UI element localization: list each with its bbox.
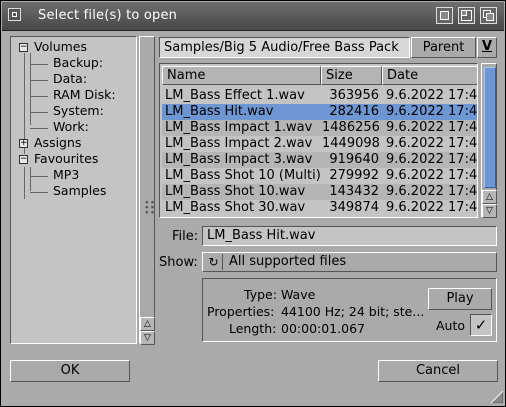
file-name-field[interactable]: LM_Bass Hit.wav [202, 226, 497, 246]
file-row[interactable]: LM_Bass Effect 1.wav 363956 9.6.2022 17:… [162, 88, 478, 104]
file-size: 919640 [329, 152, 379, 167]
file-row[interactable]: LM_Bass Shot 10.wav 143432 9.6.2022 17:4 [162, 184, 478, 200]
column-header-name[interactable]: Name [162, 66, 321, 85]
file-row[interactable]: LM_Bass Shot 10 (Multi) 279992 9.6.2022 … [162, 168, 478, 184]
ok-button[interactable]: OK [10, 360, 130, 382]
title-bar[interactable]: Select file(s) to open [2, 2, 504, 31]
file-name: LM_Bass Shot 30.wav [165, 200, 306, 215]
file-list[interactable]: Name Size Date LM_Bass Effect 1.wav 3639… [159, 63, 478, 218]
cycle-icon: ↻ [205, 254, 223, 270]
auto-label: Auto [436, 318, 466, 333]
drag-handle-icon[interactable]: ∙∙ ∙∙ ∙∙ [144, 199, 155, 218]
tree-item-label: Volumes [34, 39, 88, 54]
tree-item-label: Assigns [34, 135, 82, 150]
file-row[interactable]: LM_Bass Impact 1.wav 1486256 9.6.2022 17… [162, 120, 478, 136]
length-label: Length: [229, 321, 277, 336]
file-date: 9.6.2022 17:4 [386, 88, 478, 103]
tree-item-label: Favourites [34, 151, 99, 166]
file-date: 9.6.2022 17:4 [386, 184, 478, 199]
file-name: LM_Bass Impact 3.wav [165, 152, 313, 167]
zoom-icon[interactable] [458, 7, 475, 24]
depth-icon[interactable] [480, 7, 497, 24]
show-filter-value: All supported files [229, 254, 347, 269]
resize-handle-icon[interactable] [491, 391, 503, 403]
iconify-icon[interactable] [436, 7, 453, 24]
file-date: 9.6.2022 17:4 [386, 136, 478, 151]
properties-value: 44100 Hz; 24 bit; ste... [281, 304, 423, 319]
file-date: 9.6.2022 17:4 [386, 120, 478, 135]
file-size: 282416 [329, 104, 379, 119]
window-title: Select file(s) to open [38, 8, 178, 23]
file-name: LM_Bass Effect 1.wav [165, 88, 305, 103]
tree-item-data[interactable]: Data: [53, 71, 87, 87]
path-field[interactable]: Samples/Big 5 Audio/Free Bass Pack [159, 37, 410, 58]
expand-icon[interactable]: + [19, 139, 28, 148]
list-scroll-up-icon[interactable]: △ [482, 190, 497, 204]
tree-item-samples[interactable]: Samples [53, 183, 106, 199]
tree-item-work[interactable]: Work: [53, 119, 89, 135]
tree-item-ram-disk[interactable]: RAM Disk: [53, 87, 116, 103]
tree-scroll-down-icon[interactable]: ▽ [140, 331, 155, 345]
file-date: 9.6.2022 17:4 [386, 200, 478, 215]
cancel-button[interactable]: Cancel [378, 360, 498, 382]
file-name: LM_Bass Shot 10 (Multi) [165, 168, 320, 183]
path-dropdown-button[interactable]: V [477, 37, 497, 58]
file-list-scrollbar[interactable]: △ ▽ [481, 63, 497, 218]
file-date: 9.6.2022 17:4 [386, 168, 478, 183]
collapse-icon[interactable]: − [19, 155, 28, 164]
list-scroll-down-icon[interactable]: ▽ [482, 204, 497, 218]
file-size: 1486256 [322, 120, 379, 135]
play-button[interactable]: Play [428, 288, 492, 310]
file-size: 143432 [329, 184, 379, 199]
parent-button[interactable]: Parent [411, 37, 476, 58]
chevron-down-icon: V [481, 39, 493, 54]
file-size: 349874 [329, 200, 379, 215]
file-row[interactable]: LM_Bass Impact 3.wav 919640 9.6.2022 17:… [162, 152, 478, 168]
tree-item-system[interactable]: System: [53, 103, 104, 119]
length-value: 00:00:01.067 [281, 321, 365, 336]
file-name: LM_Bass Impact 1.wav [165, 120, 313, 135]
type-label: Type: [244, 287, 277, 302]
file-label: File: [172, 229, 199, 244]
file-name: LM_Bass Impact 2.wav [165, 136, 313, 151]
file-requester-window: Select file(s) to open − Volumes Backup:… [0, 0, 506, 407]
file-row-selected[interactable]: LM_Bass Hit.wav 282416 9.6.2022 17:4 [162, 104, 478, 120]
file-size: 363956 [329, 88, 379, 103]
scrollbar-thumb[interactable] [484, 67, 496, 188]
tree-item-mp3[interactable]: MP3 [53, 167, 79, 183]
type-value: Wave [281, 287, 316, 302]
file-size: 279992 [329, 168, 379, 183]
auto-checkbox[interactable]: ✓ [470, 314, 492, 336]
file-row[interactable]: LM_Bass Impact 2.wav 1449098 9.6.2022 17… [162, 136, 478, 152]
file-row[interactable]: LM_Bass Shot 30.wav 349874 9.6.2022 17:4 [162, 200, 478, 216]
tree-item-backup[interactable]: Backup: [53, 55, 103, 71]
show-filter-cycle[interactable]: ↻ All supported files [202, 252, 497, 272]
file-name: LM_Bass Hit.wav [165, 104, 274, 119]
properties-label: Properties: [207, 304, 275, 319]
file-date: 9.6.2022 17:4 [386, 152, 478, 167]
show-label: Show: [159, 255, 198, 270]
column-header-date[interactable]: Date [382, 66, 477, 85]
column-header-size[interactable]: Size [321, 66, 382, 85]
file-name: LM_Bass Shot 10.wav [165, 184, 306, 199]
collapse-icon[interactable]: − [19, 43, 28, 52]
panel-divider[interactable]: ∙∙ ∙∙ ∙∙ △ ▽ [139, 36, 155, 345]
file-date: 9.6.2022 17:4 [386, 104, 478, 119]
file-size: 1449098 [322, 136, 379, 151]
volume-tree[interactable]: − Volumes Backup: Data: RAM Disk: System… [10, 36, 137, 344]
close-icon[interactable] [8, 8, 21, 21]
tree-scroll-up-icon[interactable]: △ [140, 317, 155, 331]
